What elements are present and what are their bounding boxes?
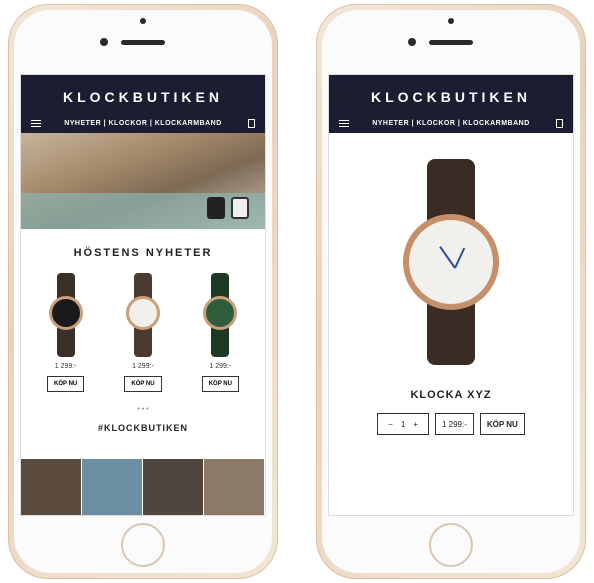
watch-image[interactable]	[203, 273, 238, 357]
product-price: 1 299:-	[54, 363, 77, 370]
header: KLOCKBUTIKEN NYHETER | KLOCKOR | KLOCKAR…	[329, 75, 573, 133]
product-image[interactable]	[403, 159, 499, 365]
decrement-button[interactable]: −	[384, 420, 397, 429]
hero-watch-white	[231, 197, 249, 219]
product-card[interactable]: 1 299:- KÖP NU	[111, 273, 175, 392]
product-card[interactable]: 1 299:- KÖP NU	[188, 273, 252, 392]
nav-menu[interactable]: NYHETER | KLOCKOR | KLOCKARMBAND	[21, 120, 265, 127]
left-phone: KLOCKBUTIKEN NYHETER | KLOCKOR | KLOCKAR…	[8, 4, 278, 579]
gallery-photo[interactable]	[82, 459, 143, 515]
proximity-sensor	[140, 18, 146, 24]
front-camera	[408, 38, 416, 46]
gallery-photo[interactable]	[204, 459, 265, 515]
purchase-row: − 1 + 1 299:- KÖP NU	[329, 413, 573, 435]
gallery-photo[interactable]	[143, 459, 204, 515]
proximity-sensor	[448, 18, 454, 24]
product-list: 1 299:- KÖP NU 1 299:- KÖP NU 1 299:- KÖ…	[21, 273, 265, 392]
buy-now-button[interactable]: KÖP NU	[201, 376, 239, 392]
hero-image[interactable]	[21, 133, 265, 229]
watch-hand	[454, 247, 466, 269]
instagram-gallery	[21, 459, 265, 515]
section-title: HÖSTENS NYHETER	[73, 247, 213, 259]
front-camera	[100, 38, 108, 46]
watch-image[interactable]	[125, 273, 160, 357]
left-screen: KLOCKBUTIKEN NYHETER | KLOCKOR | KLOCKAR…	[20, 74, 266, 516]
quantity-value[interactable]: 1	[397, 420, 409, 429]
watch-hand	[439, 246, 456, 269]
watch-face	[125, 296, 160, 330]
speaker	[121, 40, 165, 45]
hero-table	[21, 193, 265, 229]
right-screen: KLOCKBUTIKEN NYHETER | KLOCKOR | KLOCKAR…	[328, 74, 574, 516]
right-phone: KLOCKBUTIKEN NYHETER | KLOCKOR | KLOCKAR…	[316, 4, 586, 579]
header: KLOCKBUTIKEN NYHETER | KLOCKOR | KLOCKAR…	[21, 75, 265, 133]
quantity-stepper: − 1 +	[377, 413, 429, 435]
hero-watch-black	[207, 197, 225, 219]
watch-face	[48, 296, 83, 330]
home-button[interactable]	[429, 523, 473, 567]
buy-now-button[interactable]: KÖP NU	[479, 413, 525, 435]
product-price: 1 299:-	[209, 363, 232, 370]
product-price: 1 299:-	[132, 363, 154, 370]
watch-image[interactable]	[48, 273, 83, 357]
logo[interactable]: KLOCKBUTIKEN	[329, 75, 573, 105]
speaker	[429, 40, 473, 45]
product-price: 1 299:-	[434, 413, 474, 435]
product-card[interactable]: 1 299:- KÖP NU	[34, 273, 98, 392]
logo[interactable]: KLOCKBUTIKEN	[21, 75, 265, 105]
product-name: KLOCKA XYZ	[410, 389, 492, 401]
shopping-bag-icon[interactable]	[248, 119, 255, 128]
pager-dots[interactable]: • • •	[21, 406, 265, 413]
buy-now-button[interactable]: KÖP NU	[47, 376, 85, 392]
nav-menu[interactable]: NYHETER | KLOCKOR | KLOCKARMBAND	[329, 120, 573, 127]
increment-button[interactable]: +	[409, 420, 422, 429]
watch-face	[203, 296, 238, 330]
hashtag: #KLOCKBUTIKEN	[97, 423, 188, 433]
home-button[interactable]	[121, 523, 165, 567]
buy-now-button[interactable]: KÖP NU	[124, 376, 162, 392]
gallery-photo[interactable]	[21, 459, 82, 515]
shopping-bag-icon[interactable]	[556, 119, 563, 128]
watch-face	[403, 214, 499, 310]
